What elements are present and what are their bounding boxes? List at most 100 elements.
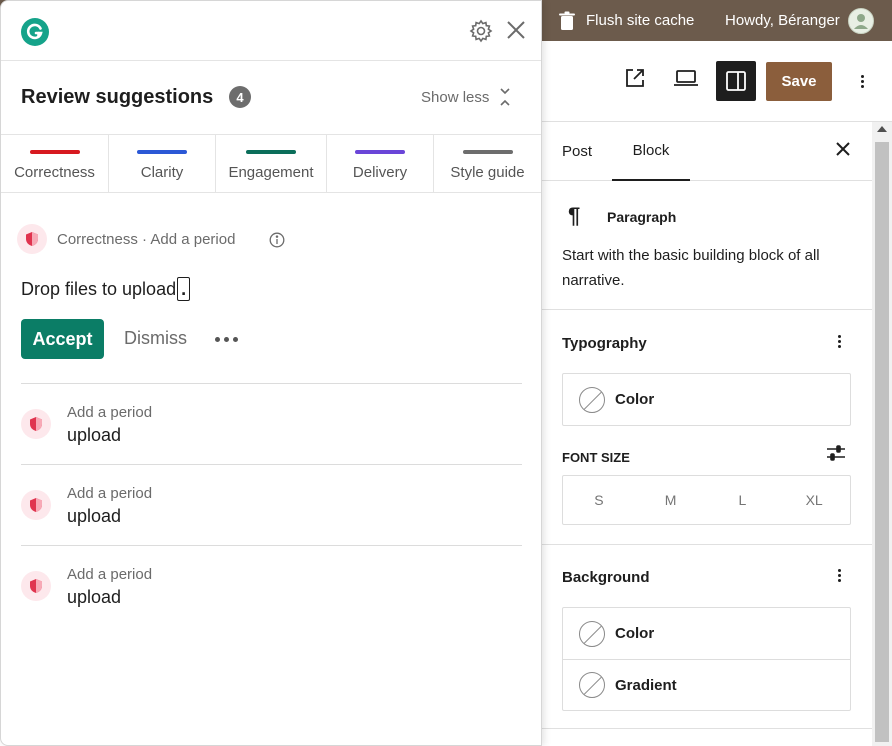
category-bar: [137, 150, 187, 154]
block-name: Paragraph: [607, 209, 677, 225]
category-label: Style guide: [450, 164, 525, 181]
category-bar: [462, 150, 513, 154]
block-card: ¶ Paragraph Start with the basic buildin…: [542, 181, 872, 310]
settings-sidebar-toggle[interactable]: [716, 61, 756, 101]
flush-cache-button[interactable]: Flush site cache: [558, 0, 694, 41]
background-panel-title[interactable]: Background: [562, 569, 650, 586]
tab-post[interactable]: Post: [562, 122, 592, 181]
editor-toolbar: Save: [542, 41, 892, 122]
grammarly-logo-icon: [21, 18, 49, 46]
expanded-suggestion-card: Correctness · Add a period Drop files to…: [1, 193, 541, 383]
category-label: Clarity: [140, 164, 184, 181]
trash-icon: [559, 11, 575, 30]
correctness-shield-icon: [21, 571, 51, 601]
show-less-button[interactable]: Show less: [421, 87, 511, 107]
color-swatch-icon: [579, 386, 605, 413]
typography-options-icon[interactable]: [838, 333, 844, 350]
howdy-label: Howdy, Béranger: [725, 12, 840, 29]
review-header: Review suggestions 4 Show less: [1, 61, 541, 135]
panel-divider: [542, 728, 872, 729]
suggestion-item[interactable]: Add a period upload: [21, 464, 522, 546]
category-label: Correctness: [14, 164, 95, 181]
background-gradient-control[interactable]: Gradient: [563, 659, 850, 710]
font-size-label: FONT SIZE: [562, 450, 630, 465]
text-color-control[interactable]: Color: [563, 374, 850, 425]
custom-size-sliders-icon[interactable]: [826, 444, 846, 462]
font-size-picker: S M L XL: [562, 475, 851, 525]
correctness-shield-icon: [21, 409, 51, 439]
sidebar-icon: [726, 71, 746, 91]
page-title: Review suggestions: [21, 86, 214, 108]
laptop-icon: [674, 70, 698, 86]
scroll-up-arrow-icon[interactable]: [877, 126, 887, 132]
tab-block[interactable]: Block: [612, 122, 690, 181]
suggestion-label: Add a period: [67, 566, 153, 583]
font-size-option-m[interactable]: M: [635, 492, 707, 508]
more-options-icon[interactable]: [215, 337, 242, 342]
save-button[interactable]: Save: [766, 62, 832, 101]
preview-button[interactable]: [672, 65, 700, 91]
tab-engagement[interactable]: Engagement: [216, 135, 327, 193]
avatar: [847, 7, 874, 34]
correctness-shield-icon: [17, 224, 47, 254]
suggestion-item[interactable]: Add a period upload: [21, 383, 522, 465]
color-swatch-icon: [579, 620, 605, 647]
view-post-button[interactable]: [622, 65, 648, 91]
info-icon[interactable]: [269, 232, 285, 248]
suggestion-category-label: Correctness · Add a period: [57, 231, 236, 248]
sidebar-tabs: Post Block: [542, 122, 872, 181]
block-settings-sidebar: Post Block ¶ Paragraph Start with the ba…: [542, 122, 872, 746]
preview-text: Drop files to upload: [21, 278, 177, 299]
close-icon[interactable]: [836, 142, 850, 156]
tab-style-guide[interactable]: Style guide: [434, 135, 541, 193]
flush-cache-label: Flush site cache: [586, 12, 695, 29]
background-color-control[interactable]: Color: [563, 608, 850, 659]
background-color-label: Color: [615, 625, 655, 642]
tab-correctness[interactable]: Correctness: [1, 135, 109, 193]
category-bar: [246, 150, 296, 154]
block-description: Start with the basic building block of a…: [562, 247, 820, 289]
show-less-label: Show less: [421, 88, 490, 106]
suggestion-word: upload: [67, 425, 122, 445]
account-menu[interactable]: Howdy, Béranger: [725, 0, 874, 41]
category-label: Delivery: [352, 164, 408, 181]
inserted-period[interactable]: .: [177, 277, 191, 301]
grammarly-panel: Review suggestions 4 Show less Correctne…: [0, 0, 542, 746]
close-icon[interactable]: [506, 20, 526, 40]
panel-divider: [542, 544, 872, 545]
grammarly-topbar: [1, 1, 541, 61]
font-size-option-xl[interactable]: XL: [778, 492, 850, 508]
suggestion-word: upload: [67, 587, 122, 607]
suggestion-label: Add a period: [67, 404, 153, 421]
collapse-chevrons-icon: [500, 88, 510, 106]
correctness-shield-icon: [21, 490, 51, 520]
category-bar: [29, 150, 80, 154]
background-options-icon[interactable]: [838, 567, 844, 584]
gear-icon[interactable]: [469, 19, 493, 43]
suggestion-count-badge: 4: [229, 86, 251, 108]
text-color-label: Color: [615, 391, 655, 408]
gradient-swatch-icon: [579, 672, 605, 698]
options-menu-icon[interactable]: [852, 68, 872, 94]
category-label: Engagement: [228, 164, 314, 181]
dismiss-button[interactable]: Dismiss: [124, 328, 187, 349]
external-link-icon: [626, 69, 644, 87]
accept-button[interactable]: Accept: [21, 319, 104, 359]
sidebar-scrollbar[interactable]: [872, 122, 892, 746]
background-color-box: Color Gradient: [562, 607, 851, 711]
font-size-option-s[interactable]: S: [563, 492, 635, 508]
category-bar: [355, 150, 405, 154]
tab-delivery[interactable]: Delivery: [327, 135, 434, 193]
suggestion-label: Add a period: [67, 485, 153, 502]
suggestion-preview: Drop files to upload .: [21, 277, 191, 301]
background-gradient-label: Gradient: [615, 676, 677, 694]
suggestion-item[interactable]: Add a period upload: [21, 545, 522, 627]
typography-panel-title[interactable]: Typography: [562, 335, 647, 352]
user-avatar-icon: [853, 13, 868, 29]
category-tabs: Correctness Clarity Engagement Delivery …: [1, 135, 541, 193]
scrollbar-thumb[interactable]: [875, 142, 889, 742]
typography-color-box: Color: [562, 373, 851, 426]
paragraph-icon: ¶: [568, 203, 581, 228]
font-size-option-l[interactable]: L: [707, 492, 779, 508]
tab-clarity[interactable]: Clarity: [109, 135, 216, 193]
